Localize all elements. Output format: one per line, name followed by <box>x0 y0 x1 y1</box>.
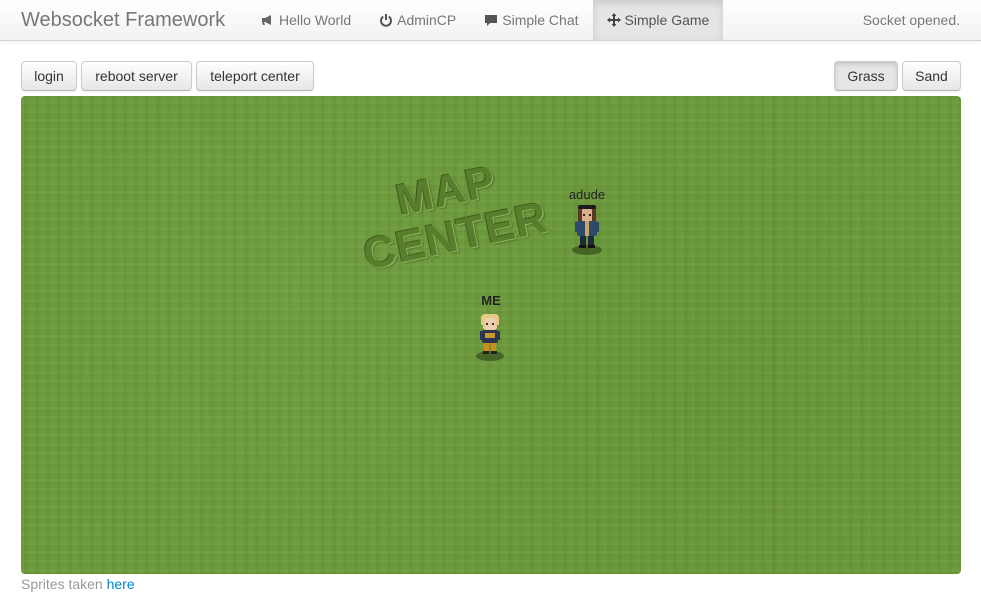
sprites-source-link[interactable]: here <box>107 576 135 592</box>
reboot-server-button[interactable]: reboot server <box>81 61 192 91</box>
tile-seam <box>209 96 210 574</box>
nav-item-admincp[interactable]: AdminCP <box>365 0 470 40</box>
bullhorn-icon <box>261 13 275 27</box>
sand-terrain-button[interactable]: Sand <box>902 61 961 91</box>
navbar: Websocket Framework Hello World AdminCP … <box>0 0 981 41</box>
nav-item-label: Hello World <box>279 12 352 28</box>
nav-menu: Hello World AdminCP Simple Chat Simple G… <box>247 0 724 40</box>
nav-item-label: Simple Chat <box>502 12 579 28</box>
nav-item-label: Simple Game <box>624 12 710 28</box>
move-icon <box>606 13 621 27</box>
tile-seam <box>585 96 586 574</box>
comment-icon <box>484 13 498 27</box>
tile-seam <box>397 96 398 574</box>
footer-text: Sprites taken <box>21 576 103 592</box>
nav-item-label: AdminCP <box>397 12 457 28</box>
tile-seam <box>773 96 774 574</box>
footer-credits: Sprites taken here <box>21 576 135 592</box>
nav-item-simple-game[interactable]: Simple Game <box>592 0 724 40</box>
socket-status: Socket opened. <box>862 12 960 28</box>
power-icon <box>379 13 393 27</box>
player-name-me: ME <box>481 293 501 308</box>
grass-terrain-button[interactable]: Grass <box>834 61 898 91</box>
player-sprite-me[interactable] <box>473 311 507 363</box>
nav-item-hello-world[interactable]: Hello World <box>247 0 365 40</box>
brand-title[interactable]: Websocket Framework <box>21 9 225 32</box>
map-center-marker: MAP CENTER <box>334 146 568 282</box>
login-button[interactable]: login <box>21 61 77 91</box>
teleport-center-button[interactable]: teleport center <box>196 61 314 91</box>
player-sprite-adude[interactable] <box>569 204 605 256</box>
game-canvas[interactable]: MAP CENTER adude ME <box>21 96 961 574</box>
nav-item-simple-chat[interactable]: Simple Chat <box>470 0 592 40</box>
player-name-adude: adude <box>568 187 606 202</box>
